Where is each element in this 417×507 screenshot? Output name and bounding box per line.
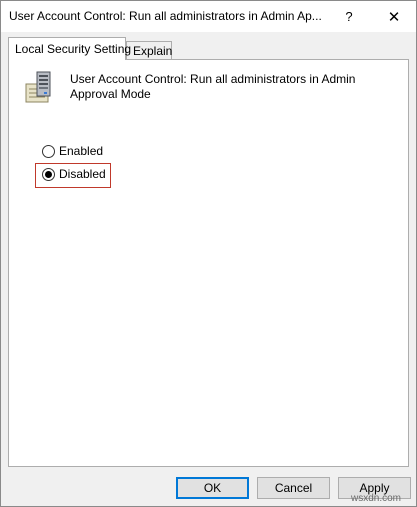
close-button[interactable]: ✕ xyxy=(372,1,416,32)
radio-disabled-circle[interactable] xyxy=(42,167,55,181)
close-icon: ✕ xyxy=(387,8,401,26)
tab-panel: User Account Control: Run all administra… xyxy=(8,59,409,467)
window-title: User Account Control: Run all administra… xyxy=(9,9,322,23)
radio-enabled-circle[interactable] xyxy=(42,144,55,158)
help-icon: ? xyxy=(345,9,353,24)
tab-explain[interactable]: Explain xyxy=(126,41,172,59)
policy-title: User Account Control: Run all administra… xyxy=(70,72,356,101)
ok-button[interactable]: OK xyxy=(176,477,249,499)
server-policy-icon xyxy=(23,70,55,104)
radio-enabled[interactable]: Enabled xyxy=(42,140,103,162)
radio-enabled-label: Enabled xyxy=(59,144,104,158)
cancel-button[interactable]: Cancel xyxy=(257,477,330,499)
radio-disabled-label: Disabled xyxy=(59,167,106,181)
tab-local-security-setting[interactable]: Local Security Setting xyxy=(8,37,131,60)
title-bar[interactable]: User Account Control: Run all administra… xyxy=(1,1,416,32)
radio-selected-dot xyxy=(45,170,52,178)
watermark: wsxdn.com xyxy=(351,493,402,504)
dialog-window: User Account Control: Run all administra… xyxy=(0,0,417,507)
radio-disabled[interactable]: Disabled xyxy=(42,163,106,185)
help-button[interactable]: ? xyxy=(334,1,364,32)
